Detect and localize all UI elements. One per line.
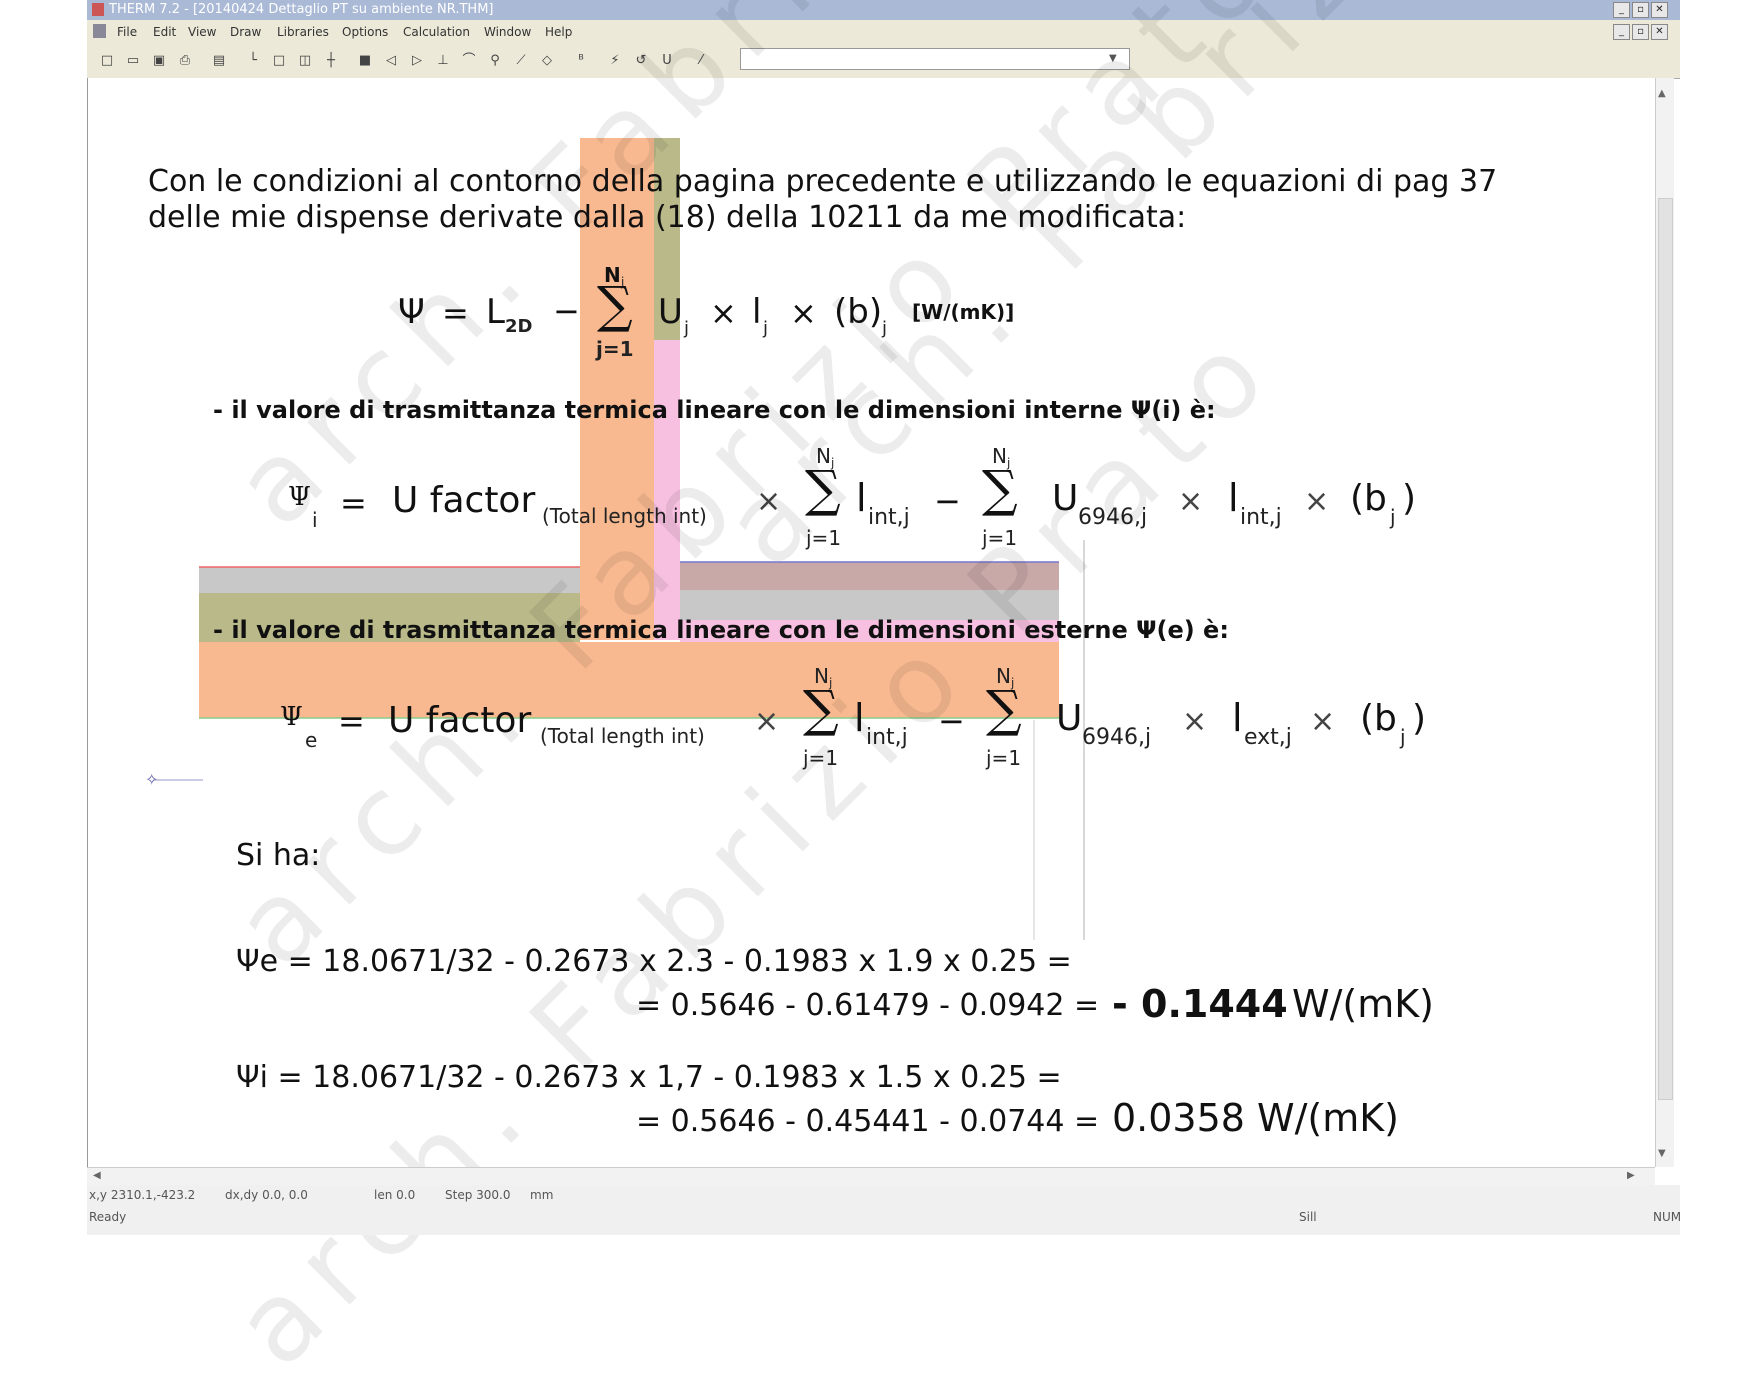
minus-int: −	[934, 482, 961, 520]
psi-i-line-1: Ψi = 18.0671/32 - 0.2673 x 1,7 - 0.1983 …	[236, 1060, 1062, 1095]
b-ext-sub: j	[1400, 725, 1406, 749]
horizontal-scrollbar[interactable]: ◀ ▶	[87, 1167, 1655, 1186]
psi-e-result: - 0.1444	[1112, 982, 1288, 1026]
status-sill: Sill	[1299, 1210, 1317, 1224]
b-ext: (b	[1360, 698, 1397, 739]
times-ext-3: ×	[1310, 704, 1336, 739]
l-length-sub: j	[763, 318, 769, 339]
scroll-thumb[interactable]	[1658, 198, 1673, 1100]
b-ext-close: )	[1412, 698, 1427, 739]
times-sign: ×	[710, 294, 737, 332]
status-num: NUM	[1653, 1210, 1682, 1224]
external-label: - il valore di trasmittanza termica line…	[213, 616, 1229, 644]
l-ext-2: l	[1232, 696, 1243, 740]
u6946-ext-sub: 6946,j	[1082, 725, 1152, 750]
scroll-down-icon[interactable]: ▼	[1658, 1148, 1666, 1159]
b-int: (b	[1350, 478, 1387, 519]
equals-sign-ext: =	[338, 702, 365, 740]
l-int-2: l	[1228, 476, 1239, 520]
times-ext-2: ×	[1182, 704, 1208, 739]
scroll-right-icon[interactable]: ▶	[1627, 1170, 1635, 1181]
status-bar: x,y 2310.1,-423.2 dx,dy 0.0, 0.0 len 0.0…	[87, 1185, 1682, 1235]
u-symbol: U	[658, 292, 683, 332]
status-unit: mm	[530, 1188, 554, 1202]
status-xy: x,y 2310.1,-423.2	[89, 1188, 196, 1202]
status-ready: Ready	[89, 1210, 127, 1224]
minus-sign: −	[553, 292, 580, 330]
l-length: l	[752, 292, 762, 332]
times-int-3: ×	[1304, 484, 1330, 519]
sum-bottom: j=1	[596, 337, 634, 361]
psi-e-unit: W/(mK)	[1292, 982, 1434, 1026]
psi-i-line-2: = 0.5646 - 0.45441 - 0.0744 =	[636, 1104, 1100, 1139]
psi-i-result: 0.0358 W/(mK)	[1112, 1096, 1400, 1140]
status-len: len 0.0	[374, 1188, 416, 1202]
l-int-1-sub: int,j	[868, 505, 910, 530]
u6946-ext: U	[1056, 698, 1083, 739]
l-ext-2-sub: ext,j	[1244, 725, 1292, 750]
psi-e-symbol: Ψ	[280, 702, 303, 732]
status-step: Step 300.0	[445, 1188, 511, 1202]
l-int-2-sub: int,j	[1240, 505, 1282, 530]
locator-icon: ✧	[145, 770, 158, 789]
psi-e-sub: e	[305, 728, 318, 752]
sum2-bottom-ext: j=1	[986, 746, 1022, 770]
b-int-sub: j	[1390, 505, 1396, 529]
ufactor-ext-sub: (Total length int)	[540, 724, 705, 748]
intro-line-1: Con le condizioni al contorno della pagi…	[148, 164, 1498, 199]
sigma-icon: ∑	[597, 276, 633, 334]
psi-e-line-2: = 0.5646 - 0.61479 - 0.0942 =	[636, 988, 1100, 1023]
b-int-close: )	[1402, 478, 1417, 519]
status-dxdy: dx,dy 0.0, 0.0	[225, 1188, 308, 1202]
scroll-up-icon[interactable]: ▲	[1658, 88, 1666, 99]
vertical-scrollbar[interactable]: ▲ ▼	[1655, 78, 1674, 1167]
ufactor-int: U factor	[392, 480, 536, 521]
u-subscript: j	[684, 318, 690, 339]
scroll-left-icon[interactable]: ◀	[93, 1170, 101, 1181]
